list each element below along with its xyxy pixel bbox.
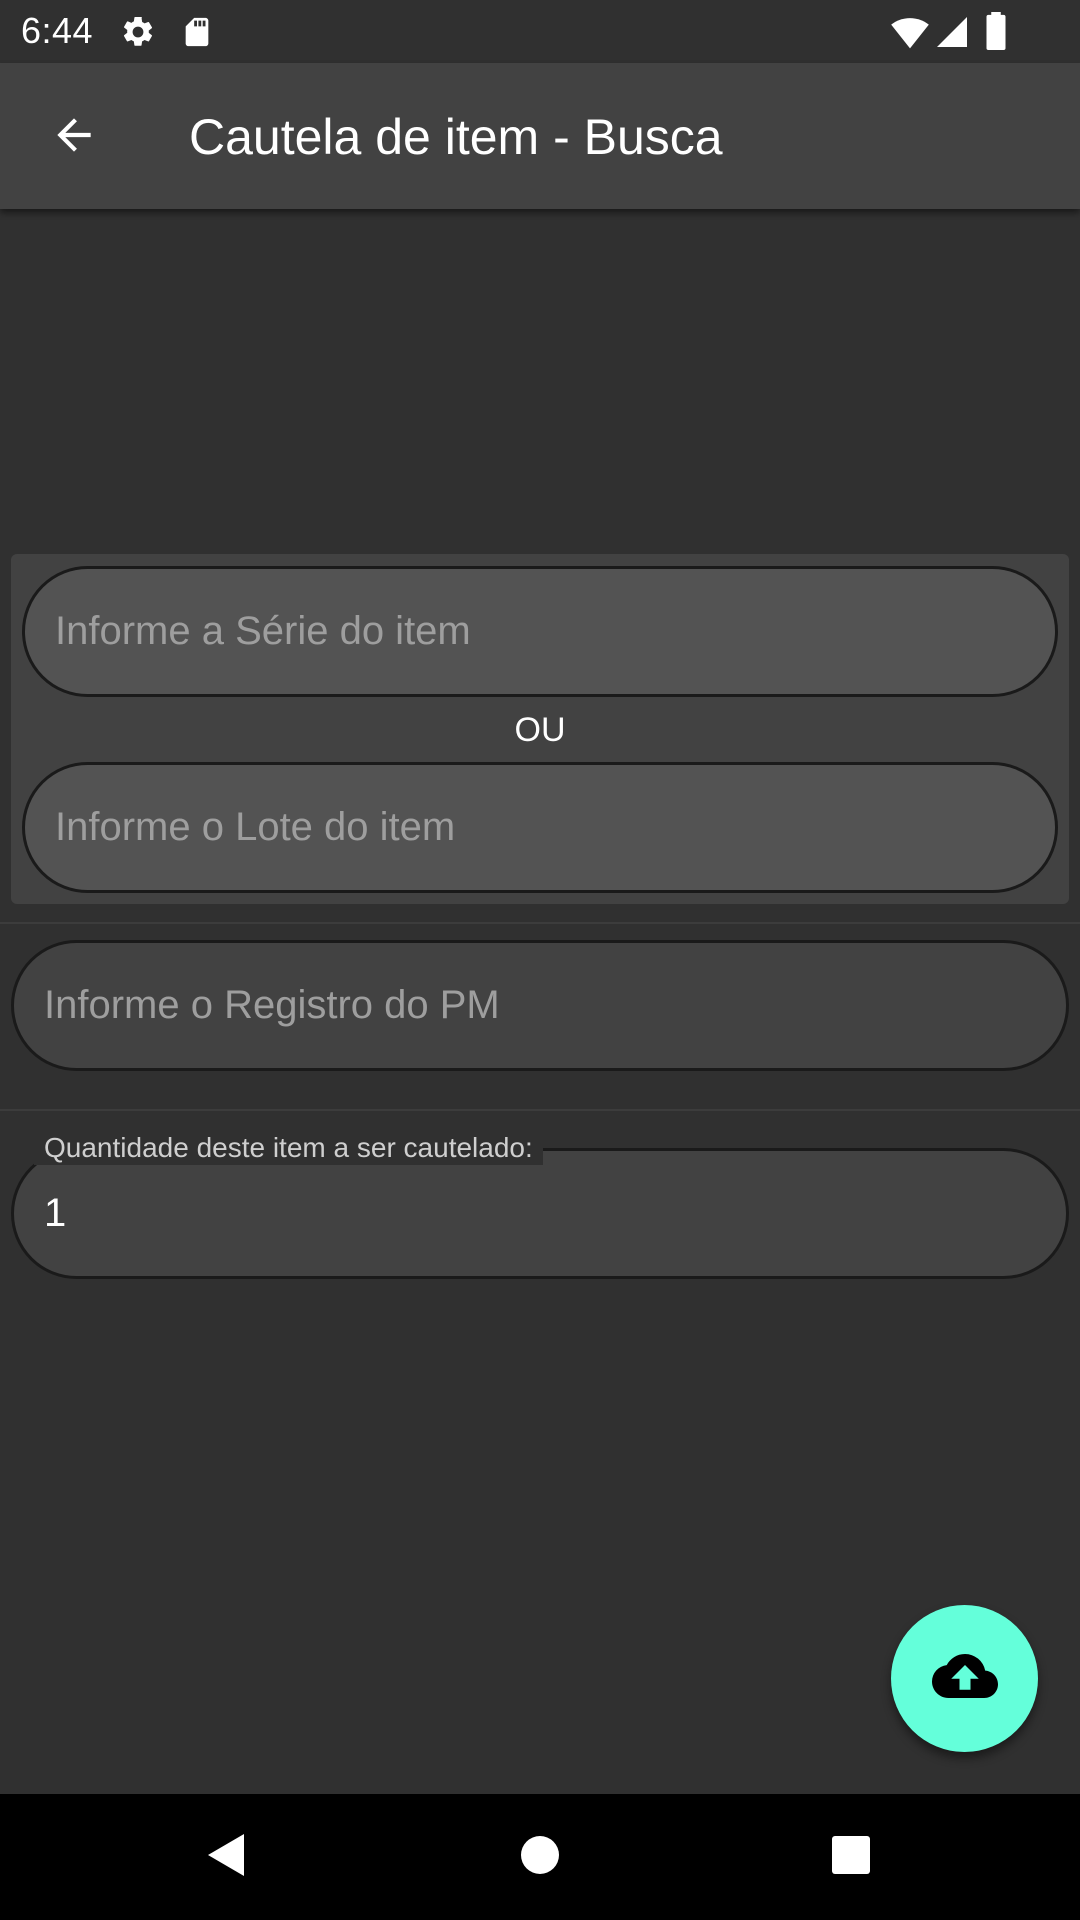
status-bar: 6:44 [0, 0, 1080, 63]
quantity-field[interactable] [11, 1148, 1069, 1279]
serie-input[interactable] [55, 569, 1055, 694]
upload-button[interactable] [891, 1605, 1038, 1752]
lote-input[interactable] [55, 765, 1055, 890]
quantity-input[interactable] [44, 1151, 1066, 1276]
registro-field[interactable] [11, 940, 1069, 1071]
page-title: Cautela de item - Busca [189, 109, 723, 165]
nav-recents-button[interactable] [811, 1817, 891, 1897]
nav-home-button[interactable] [500, 1817, 580, 1897]
wifi-icon [890, 14, 930, 55]
status-time: 6:44 [21, 10, 94, 51]
quantity-label: Quantidade deste item a ser cautelado: [34, 1131, 543, 1165]
recents-square-icon [831, 1835, 871, 1880]
lote-field[interactable] [22, 762, 1058, 893]
settings-icon [120, 14, 156, 55]
battery-icon [984, 12, 1008, 55]
arrow-back-icon [49, 110, 99, 165]
app-bar: Cautela de item - Busca [0, 63, 1080, 209]
sd-card-icon [180, 14, 214, 55]
nav-back-button[interactable] [186, 1817, 266, 1897]
divider [0, 1109, 1080, 1111]
divider [0, 922, 1080, 924]
home-circle-icon [520, 1835, 560, 1880]
or-separator: OU [514, 711, 566, 749]
serie-field[interactable] [22, 566, 1058, 697]
back-triangle-icon [204, 1831, 248, 1884]
back-button[interactable] [30, 93, 118, 181]
signal-icon [934, 14, 970, 55]
cloud-upload-icon [931, 1643, 998, 1714]
navigation-bar [0, 1794, 1080, 1920]
registro-input[interactable] [44, 943, 1066, 1068]
